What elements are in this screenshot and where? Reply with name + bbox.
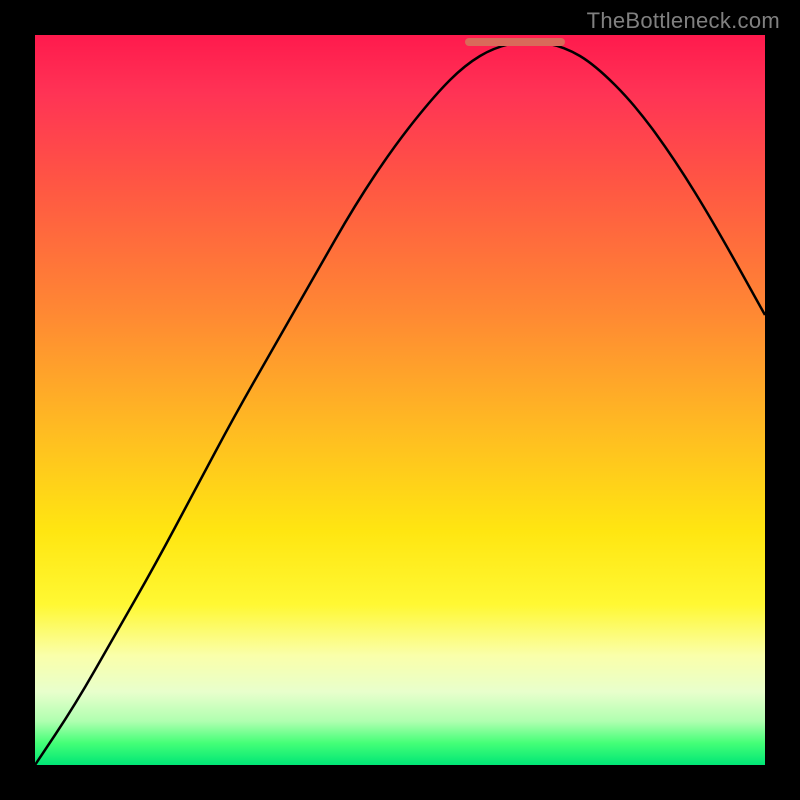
chart-container: TheBottleneck.com	[0, 0, 800, 800]
bottleneck-curve	[35, 42, 765, 765]
curve-svg	[35, 35, 765, 765]
plot-area	[35, 35, 765, 765]
watermark-text: TheBottleneck.com	[587, 8, 780, 34]
optimal-range-band	[465, 38, 565, 46]
